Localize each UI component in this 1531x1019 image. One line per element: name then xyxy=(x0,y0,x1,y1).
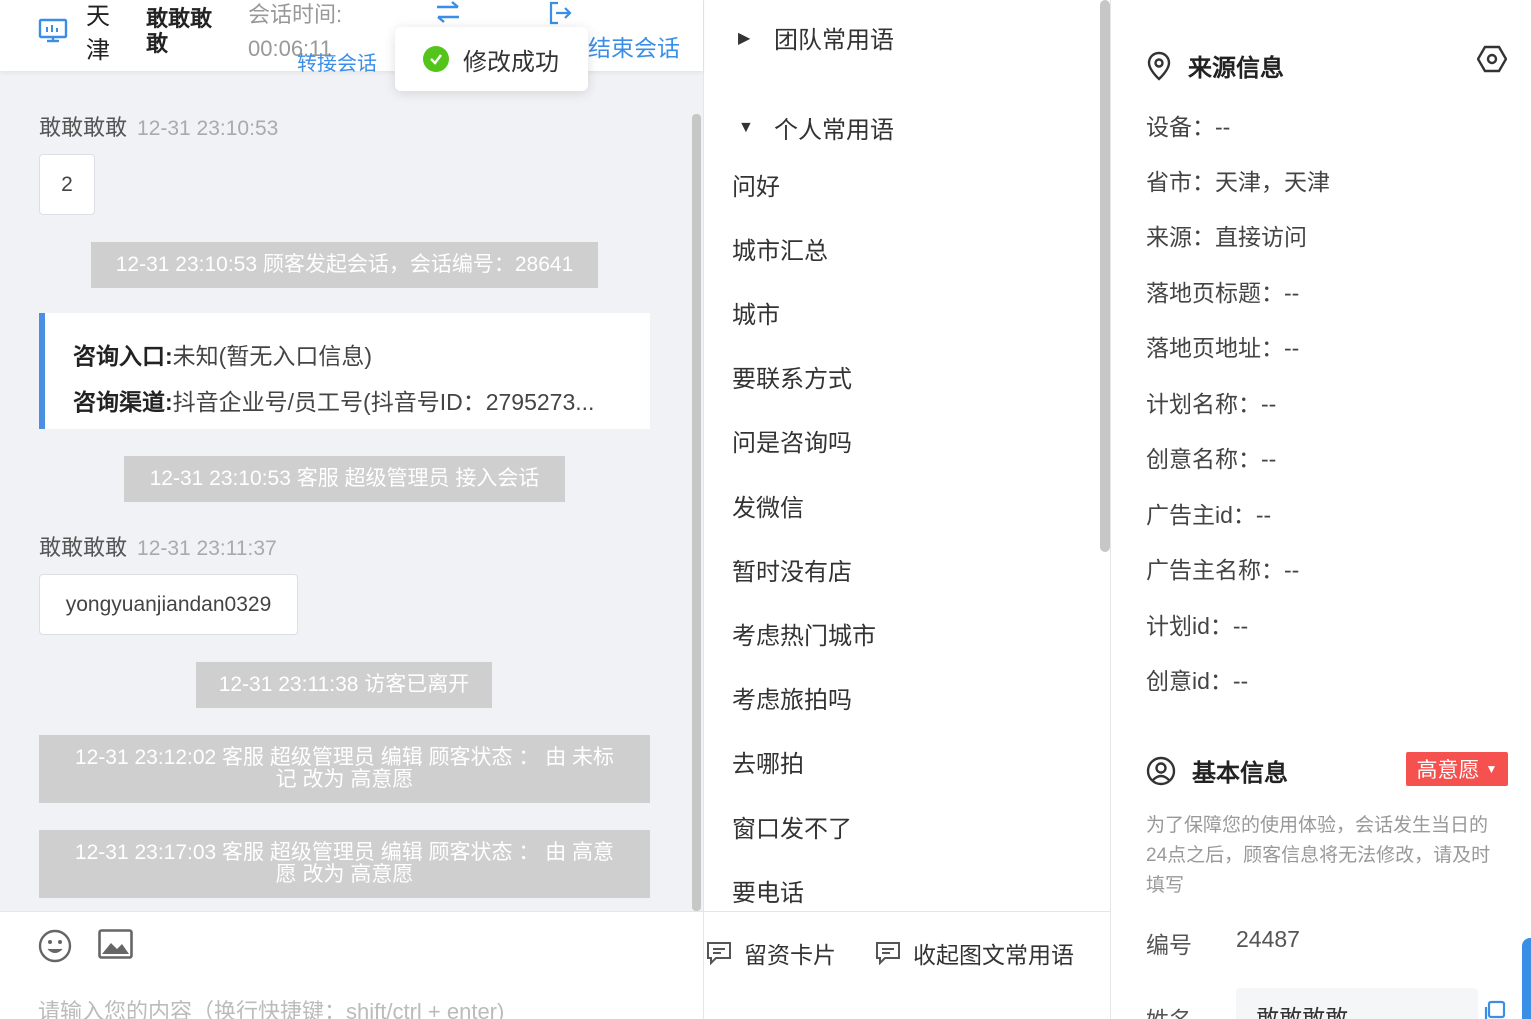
message-bubble: yongyuanjiandan0329 xyxy=(39,574,298,635)
phrase-item[interactable]: 窗口发不了 xyxy=(732,814,852,846)
source-row: 计划名称：-- xyxy=(1146,391,1277,417)
source-row: 创意id：-- xyxy=(1146,668,1249,694)
system-message: 12-31 23:12:02 客服 超级管理员 编辑 顾客状态 ： 由 未标记 … xyxy=(39,735,650,803)
message-header: 敢敢敢敢 12-31 23:10:53 xyxy=(39,113,278,144)
source-row: 创意名称：-- xyxy=(1146,446,1277,472)
entry-value: 未知(暂无入口信息) xyxy=(172,343,372,369)
end-session-button[interactable]: 结束会话 xyxy=(588,33,680,63)
system-message: 12-31 23:10:53 客服 超级管理员 接入会话 xyxy=(124,456,565,502)
section-title-text: 来源信息 xyxy=(1188,55,1284,82)
settings-hex-icon[interactable] xyxy=(1477,44,1507,74)
phrase-item[interactable]: 要电话 xyxy=(732,878,804,910)
message-card-icon xyxy=(876,942,900,965)
transfer-icon[interactable] xyxy=(434,0,462,24)
image-icon[interactable] xyxy=(98,929,133,959)
phrase-item[interactable]: 问好 xyxy=(732,172,780,204)
system-message: 12-31 23:10:53 顾客发起会话，会话编号：28641 xyxy=(91,242,598,288)
transfer-session-button[interactable]: 转接会话 xyxy=(297,53,377,75)
source-row: 设备：-- xyxy=(1146,114,1231,140)
source-row: 广告主名称：-- xyxy=(1146,557,1300,583)
message-sender: 敢敢敢敢 xyxy=(39,115,128,140)
personal-phrases-group[interactable]: ▼ 个人常用语 xyxy=(738,110,894,145)
message-sender: 敢敢敢敢 xyxy=(39,535,128,560)
message-header: 敢敢敢敢 12-31 23:11:37 xyxy=(39,533,277,564)
source-row: 来源：直接访问 xyxy=(1146,224,1307,250)
chat-input-area[interactable]: 请输入您的内容（换行快捷键：shift/ctrl + enter) xyxy=(0,911,703,1019)
success-toast: 修改成功 xyxy=(395,27,588,91)
source-row: 计划id：-- xyxy=(1146,613,1249,639)
chat-input-placeholder[interactable]: 请输入您的内容（换行快捷键：shift/ctrl + enter) xyxy=(38,994,504,1019)
chat-scrollbar[interactable] xyxy=(692,114,701,911)
phrase-list[interactable]: ▶ 团队常用语 ▼ 个人常用语 问好 城市汇总 城市 要联系方式 问是咨询吗 发微信… xyxy=(704,0,1099,911)
message-bubble: 2 xyxy=(39,154,95,215)
emoji-icon[interactable] xyxy=(38,929,72,963)
phrase-item[interactable]: 要联系方式 xyxy=(732,364,852,396)
channel-label: 咨询渠道: xyxy=(73,389,173,415)
collapse-phrases-button[interactable]: 收起图文常用语 xyxy=(875,936,1074,970)
lead-card-label: 留资卡片 xyxy=(744,942,836,968)
source-info-title: 来源信息 xyxy=(1146,48,1284,83)
phrase-item[interactable]: 发微信 xyxy=(732,493,804,525)
phrase-item[interactable]: 暂时没有店 xyxy=(732,557,852,589)
toast-text: 修改成功 xyxy=(463,48,559,76)
lead-card-button[interactable]: 留资卡片 xyxy=(706,936,836,970)
session-time-label: 会话时间: xyxy=(248,2,343,27)
entry-label: 咨询入口: xyxy=(73,343,173,369)
caret-right-icon: ▶ xyxy=(738,29,751,47)
basic-info-title: 基本信息 xyxy=(1146,753,1288,788)
source-row: 广告主id：-- xyxy=(1146,502,1272,528)
copy-icon[interactable] xyxy=(1482,1000,1506,1019)
phrase-item[interactable]: 考虑热门城市 xyxy=(732,621,876,653)
message-time: 12-31 23:11:37 xyxy=(137,537,277,560)
chat-messages[interactable]: 敢敢敢敢 12-31 23:10:53 2 12-31 23:10:53 顾客发起… xyxy=(0,71,703,911)
source-row: 省市：天津，天津 xyxy=(1146,169,1330,195)
source-row: 落地页地址：-- xyxy=(1146,335,1300,361)
id-label: 编号 xyxy=(1146,932,1192,958)
phrase-footer: 留资卡片 收起图文常用语 xyxy=(704,911,1110,1019)
system-message: 12-31 23:17:03 客服 超级管理员 编辑 顾客状态 ： 由 高意愿 … xyxy=(39,830,650,898)
source-row: 落地页标题：-- xyxy=(1146,280,1300,306)
intent-status-label: 高意愿 xyxy=(1416,759,1480,782)
collapse-phrases-label: 收起图文常用语 xyxy=(913,942,1074,968)
phrase-item[interactable]: 考虑旅拍吗 xyxy=(732,685,852,717)
side-drawer-handle[interactable] xyxy=(1522,938,1531,1019)
chat-panel: 天津 敢敢敢敢 会话时间: 00:06:11 转接会话 结束会话 修改成功 敢敢… xyxy=(0,0,703,1019)
phrase-scrollbar[interactable] xyxy=(1100,0,1110,552)
id-value: 24487 xyxy=(1236,926,1300,952)
user-circle-icon xyxy=(1146,756,1176,785)
phrase-item[interactable]: 问是咨询吗 xyxy=(732,428,852,460)
system-message: 12-31 23:11:38 访客已离开 xyxy=(196,662,492,708)
customer-info-panel: 来源信息 设备：-- 省市：天津，天津 来源：直接访问 落地页标题：-- 落地页… xyxy=(1111,0,1531,1019)
entry-row: 咨询入口:未知(暂无入口信息) xyxy=(73,333,650,379)
edit-notice: 为了保障您的使用体验，会话发生当日的24点之后，顾客信息将无法修改，请及时填写 xyxy=(1146,815,1491,896)
phrase-item[interactable]: 城市 xyxy=(732,300,780,332)
name-field[interactable]: 敢敢敢敢 xyxy=(1236,988,1478,1019)
section-title-text: 基本信息 xyxy=(1192,760,1288,787)
entry-info-card: 咨询入口:未知(暂无入口信息) 咨询渠道:抖音企业号/员工号(抖音号ID：279… xyxy=(39,313,650,429)
monitor-icon xyxy=(38,18,68,43)
name-label: 姓名 xyxy=(1146,1001,1192,1019)
team-phrases-group[interactable]: ▶ 团队常用语 xyxy=(738,20,894,55)
intent-status-dropdown[interactable]: 高意愿 ▼ xyxy=(1406,752,1508,786)
caret-down-icon: ▼ xyxy=(1485,762,1498,776)
caret-down-icon: ▼ xyxy=(738,118,754,136)
phrase-item[interactable]: 城市汇总 xyxy=(732,236,828,268)
phrase-item[interactable]: 去哪拍 xyxy=(732,749,804,781)
visitor-name: 敢敢敢敢 xyxy=(146,6,213,56)
channel-row: 咨询渠道:抖音企业号/员工号(抖音号ID：2795273... xyxy=(73,379,650,425)
phrases-panel: ▶ 团队常用语 ▼ 个人常用语 问好 城市汇总 城市 要联系方式 问是咨询吗 发微信… xyxy=(703,0,1111,1019)
group-label: 团队常用语 xyxy=(774,27,894,54)
message-time: 12-31 23:10:53 xyxy=(137,117,279,140)
check-circle-icon xyxy=(423,46,449,72)
chat-header: 天津 敢敢敢敢 会话时间: 00:06:11 转接会话 结束会话 xyxy=(0,0,703,75)
group-label: 个人常用语 xyxy=(774,117,894,144)
location-pin-icon xyxy=(1147,51,1171,81)
channel-value: 抖音企业号/员工号(抖音号ID：2795273... xyxy=(172,389,595,415)
exit-icon[interactable] xyxy=(547,0,573,26)
message-card-icon xyxy=(707,942,731,965)
visitor-city: 天津 xyxy=(86,3,110,64)
